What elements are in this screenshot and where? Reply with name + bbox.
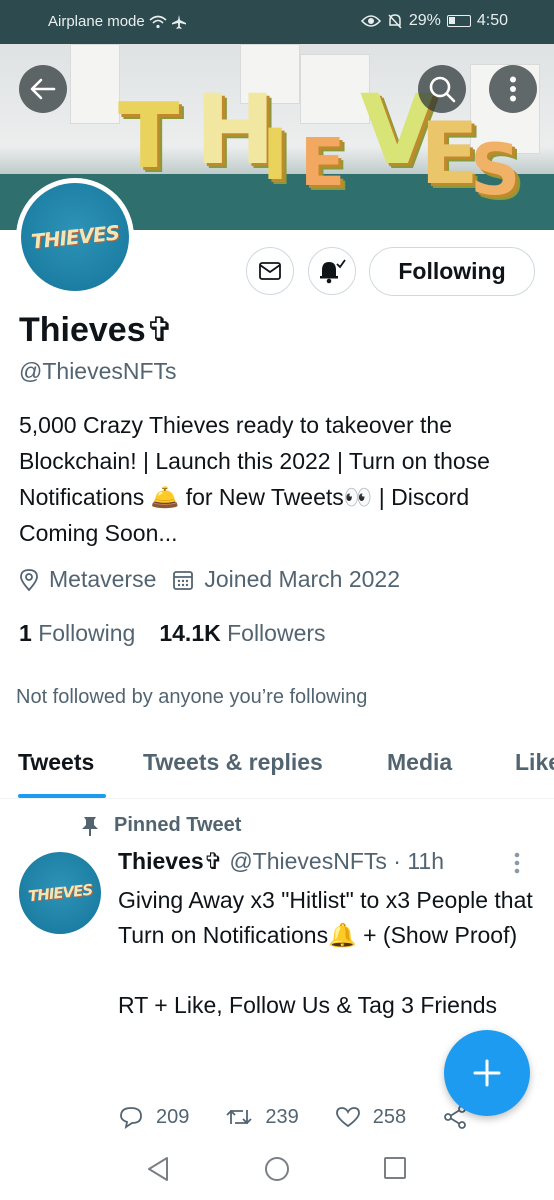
nav-recents-button[interactable] bbox=[383, 1156, 407, 1185]
reply-count: 209 bbox=[156, 1105, 190, 1128]
retweet-button[interactable]: 239 bbox=[225, 1104, 299, 1130]
compose-tweet-button[interactable] bbox=[444, 1030, 530, 1116]
like-count: 258 bbox=[372, 1105, 407, 1128]
message-button[interactable] bbox=[246, 247, 294, 295]
status-bar: Airplane mode 29% 4:50 bbox=[0, 0, 554, 44]
calendar-icon bbox=[173, 570, 194, 590]
profile-meta: Metaverse Joined March 2022 bbox=[19, 566, 416, 593]
profile-tabs: Tweets Tweets & replies Media Likes bbox=[0, 735, 554, 799]
more-button[interactable] bbox=[489, 65, 537, 113]
tweet-avatar[interactable]: THIEVES bbox=[19, 852, 101, 934]
reply-icon bbox=[120, 1107, 142, 1129]
pinned-label: Pinned Tweet bbox=[114, 814, 242, 836]
clock: 4:50 bbox=[476, 12, 508, 29]
active-tab-indicator bbox=[18, 794, 106, 798]
eye-icon bbox=[360, 15, 381, 27]
banner-letter: T bbox=[118, 84, 180, 189]
plus-icon bbox=[473, 1059, 501, 1087]
banner-building bbox=[70, 44, 120, 124]
nav-home-button[interactable] bbox=[264, 1156, 290, 1187]
circle-home-icon bbox=[265, 1157, 289, 1181]
airplane-icon bbox=[171, 14, 186, 29]
bell-check-icon bbox=[320, 259, 346, 284]
profile-joined: Joined March 2022 bbox=[204, 566, 400, 592]
following-button[interactable]: Following bbox=[369, 247, 535, 296]
tab-likes[interactable]: Likes bbox=[515, 749, 554, 776]
envelope-icon bbox=[259, 262, 281, 280]
following-label: Following bbox=[38, 620, 136, 646]
square-recents-icon bbox=[384, 1157, 406, 1179]
notifications-button[interactable] bbox=[308, 247, 356, 295]
banner-letter: S bbox=[470, 129, 521, 211]
bell-off-icon bbox=[388, 14, 402, 29]
heart-icon bbox=[335, 1107, 360, 1128]
battery-icon bbox=[446, 15, 471, 27]
tab-tweets[interactable]: Tweets bbox=[18, 749, 94, 776]
not-followed-note: Not followed by anyone you’re following bbox=[16, 686, 368, 708]
battery-percent: 29% bbox=[408, 12, 441, 29]
tab-media[interactable]: Media bbox=[387, 749, 452, 776]
profile-stats: 1 Following 14.1K Followers bbox=[19, 620, 326, 647]
triangle-back-icon bbox=[148, 1157, 168, 1181]
retweet-count: 239 bbox=[265, 1105, 299, 1128]
wifi-icon bbox=[149, 15, 167, 28]
search-button[interactable] bbox=[418, 65, 466, 113]
nav-back-button[interactable] bbox=[146, 1156, 170, 1187]
tweet-author-handle[interactable]: @ThievesNFTs bbox=[229, 848, 387, 874]
tweet-text: Giving Away x3 "Hitlist" to x3 People th… bbox=[118, 887, 533, 1018]
profile-location: Metaverse bbox=[49, 566, 157, 592]
back-button[interactable] bbox=[19, 65, 67, 113]
pin-icon bbox=[82, 816, 98, 836]
tweet-actions: 209 239 258 bbox=[118, 1104, 504, 1130]
tweet-time[interactable]: 11h bbox=[407, 848, 444, 874]
followers-count: 14.1K bbox=[159, 620, 221, 646]
tweet-more-button[interactable] bbox=[514, 852, 520, 879]
tab-tweets-replies[interactable]: Tweets & replies bbox=[143, 749, 323, 776]
retweet-icon bbox=[226, 1109, 253, 1125]
tweet-separator: · bbox=[393, 848, 401, 874]
pinned-label-row: Pinned Tweet bbox=[80, 814, 241, 837]
back-arrow-icon bbox=[30, 78, 56, 100]
more-vertical-icon bbox=[514, 852, 520, 874]
tweet-author-name[interactable]: Thieves✞ bbox=[118, 848, 223, 874]
following-link[interactable]: 1 Following bbox=[19, 620, 135, 647]
location-pin-icon bbox=[20, 568, 38, 591]
tweet-header: Thieves✞ @ThievesNFTs · 11h bbox=[118, 848, 444, 875]
followers-link[interactable]: 14.1K Followers bbox=[159, 620, 325, 647]
like-button[interactable]: 258 bbox=[335, 1104, 406, 1130]
avatar-logo: THIEVES bbox=[29, 220, 121, 254]
profile-bio: 5,000 Crazy Thieves ready to takeover th… bbox=[19, 412, 490, 546]
reply-button[interactable]: 209 bbox=[118, 1104, 189, 1130]
following-count: 1 bbox=[19, 620, 32, 646]
followers-label: Followers bbox=[227, 620, 326, 646]
profile-handle: @ThievesNFTs bbox=[19, 358, 177, 384]
airplane-mode-text: Airplane mode bbox=[48, 13, 145, 30]
profile-name: Thieves✞ bbox=[19, 311, 175, 349]
banner-letter: E bbox=[300, 124, 346, 201]
banner-letter: I bbox=[262, 114, 289, 196]
search-icon bbox=[429, 76, 456, 103]
avatar-logo: THIEVES bbox=[27, 880, 93, 906]
profile-avatar[interactable]: THIEVES bbox=[16, 178, 134, 296]
more-vertical-icon bbox=[510, 76, 516, 102]
system-nav-bar bbox=[0, 1140, 554, 1200]
